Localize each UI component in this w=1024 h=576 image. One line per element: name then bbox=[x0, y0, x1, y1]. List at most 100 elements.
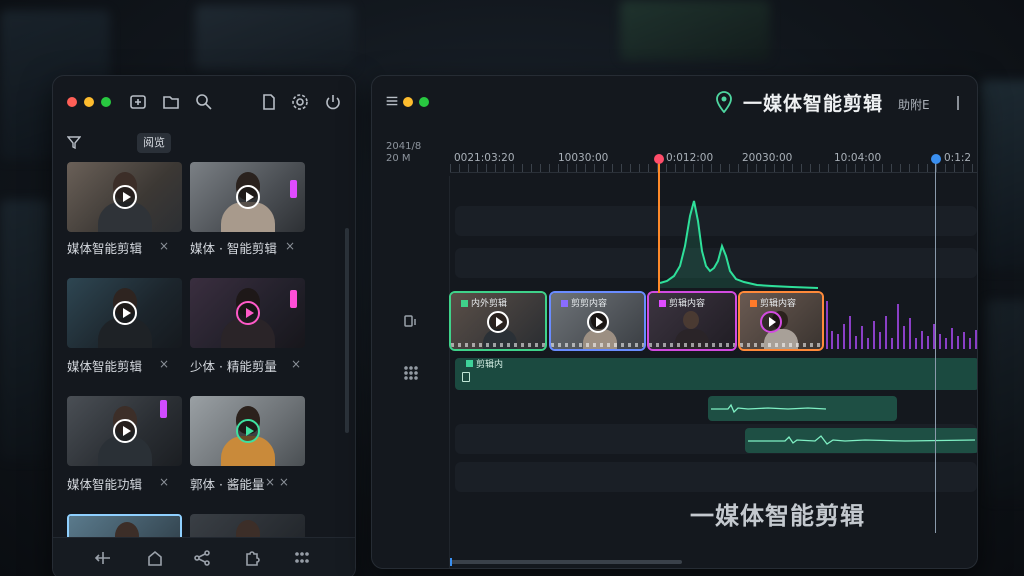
media-thumbnail[interactable] bbox=[190, 162, 305, 232]
horizontal-scrollbar[interactable] bbox=[450, 558, 682, 566]
playhead-handle[interactable] bbox=[931, 154, 941, 164]
media-thumbnail[interactable] bbox=[190, 396, 305, 466]
clip-label: 剪辑内容 bbox=[750, 296, 796, 309]
video-track-icon[interactable] bbox=[402, 312, 420, 330]
zoom-window-button[interactable] bbox=[101, 97, 111, 107]
playhead-orange[interactable] bbox=[658, 158, 660, 293]
split-icon[interactable] bbox=[94, 549, 114, 569]
menu-icon[interactable] bbox=[382, 93, 402, 113]
media-thumbnail[interactable] bbox=[190, 278, 305, 348]
play-icon[interactable] bbox=[760, 311, 782, 333]
neon-light bbox=[290, 290, 297, 308]
media-library-panel: 阅览 媒体智能剪辑 × 媒体 · 智能剪辑 × 媒体智能剪辑 × 少体 · 精能… bbox=[52, 75, 356, 576]
timeline-date: 2041/8 20 M bbox=[386, 141, 422, 164]
play-icon[interactable] bbox=[113, 419, 137, 443]
zoom-window-button[interactable] bbox=[419, 97, 429, 107]
minimize-window-button[interactable] bbox=[84, 97, 94, 107]
ruler-tick-label: 10:04:00 bbox=[834, 152, 882, 164]
play-icon[interactable] bbox=[236, 301, 260, 325]
audio-track-label: 剪辑内 bbox=[466, 357, 503, 370]
filter-chip[interactable]: 阅览 bbox=[137, 133, 171, 153]
ruler-baseline bbox=[450, 172, 977, 173]
thumbnail-label: 媒体智能功辑 bbox=[67, 477, 143, 492]
track-lane bbox=[455, 206, 977, 236]
play-icon[interactable] bbox=[587, 311, 609, 333]
media-thumbnail[interactable] bbox=[67, 162, 182, 232]
play-icon[interactable] bbox=[236, 419, 260, 443]
thumbnail-label: 少体 · 精能剪量 bbox=[190, 359, 277, 374]
header-status-text[interactable]: 助附E bbox=[898, 96, 930, 113]
close-window-button[interactable] bbox=[67, 97, 77, 107]
remove-icon[interactable]: × bbox=[159, 357, 169, 371]
track-marker-icon bbox=[462, 372, 470, 382]
neon-light bbox=[290, 180, 297, 198]
purple-audio-waveform bbox=[826, 301, 977, 349]
audio-clip[interactable] bbox=[708, 396, 897, 421]
thumbnail-label: 媒体 · 智能剪辑 bbox=[190, 241, 277, 256]
thumbnail-label: 媒体智能剪辑 bbox=[67, 241, 143, 256]
remove-icon[interactable]: × bbox=[159, 239, 169, 253]
filter-icon[interactable] bbox=[67, 135, 81, 149]
audio-waveform bbox=[711, 403, 827, 414]
clip-label: 内外剪辑 bbox=[461, 296, 507, 309]
media-thumbnail[interactable] bbox=[67, 278, 182, 348]
audio-track[interactable] bbox=[455, 358, 977, 390]
puzzle-icon[interactable] bbox=[243, 549, 263, 569]
share-icon[interactable] bbox=[193, 549, 213, 569]
ruler-tick-label: 0021:03:20 bbox=[454, 152, 515, 164]
play-icon[interactable] bbox=[236, 185, 260, 209]
media-thumbnail[interactable] bbox=[67, 396, 182, 466]
thumbnail-label: 媒体智能剪辑 bbox=[67, 359, 143, 374]
background-monitor bbox=[620, 0, 770, 60]
ruler-tick-label: 10030:00 bbox=[558, 152, 609, 164]
video-clip[interactable]: 剪剪内容 bbox=[549, 291, 646, 351]
gear-icon[interactable] bbox=[290, 93, 310, 113]
clip-label: 剪剪内容 bbox=[561, 296, 607, 309]
location-pin-icon bbox=[716, 91, 732, 113]
ruler-tick-label: 0:1:2 bbox=[944, 152, 972, 164]
remove-icon[interactable]: × bbox=[159, 475, 169, 489]
document-icon[interactable] bbox=[259, 93, 279, 113]
minimize-window-button[interactable] bbox=[403, 97, 413, 107]
media-bottom-bar bbox=[53, 537, 355, 576]
power-icon[interactable] bbox=[323, 93, 343, 113]
home-icon[interactable] bbox=[146, 549, 166, 569]
search-icon[interactable] bbox=[194, 93, 214, 113]
clip-label: 剪辑内容 bbox=[659, 296, 705, 309]
track-header-column bbox=[372, 176, 450, 568]
audio-waveform bbox=[748, 435, 976, 445]
grid-icon[interactable] bbox=[293, 549, 313, 569]
header-divider bbox=[957, 96, 959, 110]
audio-clip[interactable] bbox=[745, 428, 977, 453]
ruler-tick-label: 0:012:00 bbox=[666, 152, 714, 164]
timeline-panel: 一媒体智能剪辑 助附E 2041/8 20 M 0021:03:20 10030… bbox=[371, 75, 978, 569]
playhead-blue[interactable] bbox=[935, 158, 936, 533]
remove-icon[interactable]: × × bbox=[265, 475, 289, 489]
background-monitor bbox=[0, 200, 50, 460]
video-clip[interactable]: 剪辑内容 bbox=[647, 291, 737, 351]
film-sprocket bbox=[740, 343, 822, 347]
playhead-handle[interactable] bbox=[654, 154, 664, 164]
track-lane bbox=[455, 248, 977, 278]
folder-icon[interactable] bbox=[161, 93, 181, 113]
remove-icon[interactable]: × bbox=[291, 357, 301, 371]
play-icon[interactable] bbox=[113, 185, 137, 209]
remove-icon[interactable]: × bbox=[285, 239, 295, 253]
ruler-tick-label: 20030:00 bbox=[742, 152, 793, 164]
play-icon[interactable] bbox=[113, 301, 137, 325]
film-sprocket bbox=[649, 343, 735, 347]
project-title: 一媒体智能剪辑 bbox=[743, 93, 884, 115]
neon-light bbox=[160, 400, 167, 418]
track-lane bbox=[455, 462, 977, 492]
play-icon[interactable] bbox=[487, 311, 509, 333]
video-clip[interactable]: 剪辑内容 bbox=[738, 291, 824, 351]
watermark-title: 一媒体智能剪辑 bbox=[690, 502, 865, 530]
thumbnail-label: 郭体 · 酱能量 bbox=[190, 477, 265, 492]
vertical-scrollbar[interactable] bbox=[345, 228, 349, 433]
ruler-ticks bbox=[450, 164, 977, 172]
import-icon[interactable] bbox=[128, 93, 148, 113]
grid-handle-icon[interactable] bbox=[402, 364, 420, 382]
video-clip[interactable]: 内外剪辑 bbox=[449, 291, 547, 351]
film-sprocket bbox=[451, 343, 545, 347]
background-monitor bbox=[980, 80, 1024, 270]
